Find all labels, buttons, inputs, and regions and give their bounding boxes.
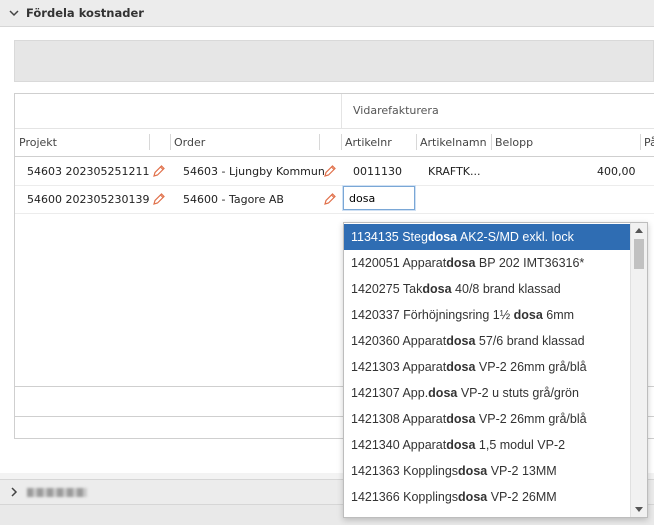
column-header-pa[interactable]: På [644,136,654,149]
pencil-icon[interactable] [152,164,166,178]
cell-projekt: 54603 202305251211 [27,165,150,178]
dropdown-option[interactable]: 1420337 Förhöjningsring 1½ dosa 6mm [344,302,632,328]
dropdown-option[interactable]: 1134135 Stegdosa AK2-S/MD exkl. lock [344,224,632,250]
table-row[interactable]: 54600 202305230139 54600 - Tagore AB [15,185,654,214]
scrollbar-thumb[interactable] [634,239,644,269]
pencil-icon[interactable] [323,192,337,206]
chevron-down-icon[interactable] [7,6,21,20]
dropdown-option[interactable]: 1420360 Apparatdosa 57/6 brand klassad [344,328,632,354]
scroll-down-icon[interactable] [635,507,643,512]
cell-belopp: 400,00 [597,165,636,178]
group-label-vidarefakturera: Vidarefakturera [353,104,439,117]
blurred-section-title [27,487,87,497]
cell-order: 54603 - Ljungby Kommun [183,165,325,178]
dropdown-option[interactable]: 1420051 Apparatdosa BP 202 IMT36316* [344,250,632,276]
column-group-row: Vidarefakturera [15,94,654,129]
scroll-up-icon[interactable] [635,228,643,233]
cell-artikelnr: 0011130 [353,165,402,178]
dropdown-option[interactable]: 1421308 Apparatdosa VP-2 26mm grå/blå [344,406,632,432]
artikelnr-search-input[interactable] [343,186,415,210]
pencil-icon[interactable] [152,192,166,206]
column-header-belopp[interactable]: Belopp [495,136,533,149]
dropdown-option[interactable]: 1420275 Takdosa 40/8 brand klassad [344,276,632,302]
dropdown-option[interactable]: 1421340 Apparatdosa 1,5 modul VP-2 [344,432,632,458]
column-header-artikelnamn[interactable]: Artikelnamn [420,136,487,149]
dropdown-option[interactable]: 1421366 Kopplingsdosa VP-2 26MM [344,484,632,510]
column-header-row: Projekt Order Artikelnr Artikelnamn Belo… [15,128,654,157]
chevron-right-icon[interactable] [7,485,21,499]
dropdown-option[interactable]: 1421363 Kopplingsdosa VP-2 13MM [344,458,632,484]
column-header-order[interactable]: Order [174,136,205,149]
section-header-fordela[interactable]: Fördela kostnader [0,0,654,27]
dropdown-scrollbar[interactable] [630,223,647,517]
cell-artikelnamn: KRAFTK... [428,165,481,178]
column-header-projekt[interactable]: Projekt [19,136,57,149]
toolbar-band [14,40,654,82]
table-row[interactable]: 54603 202305251211 54603 - Ljungby Kommu… [15,157,654,186]
dropdown-option[interactable]: 1421307 App.dosa VP-2 u stuts grå/grön [344,380,632,406]
cell-order: 54600 - Tagore AB [183,193,284,206]
article-autocomplete-dropdown: 1134135 Stegdosa AK2-S/MD exkl. lock 1420… [343,222,648,518]
cell-projekt: 54600 202305230139 [27,193,150,206]
section-title: Fördela kostnader [26,6,144,20]
pencil-icon[interactable] [323,164,337,178]
column-header-artikelnr[interactable]: Artikelnr [345,136,392,149]
dropdown-option[interactable]: 1421303 Apparatdosa VP-2 26mm grå/blå [344,354,632,380]
